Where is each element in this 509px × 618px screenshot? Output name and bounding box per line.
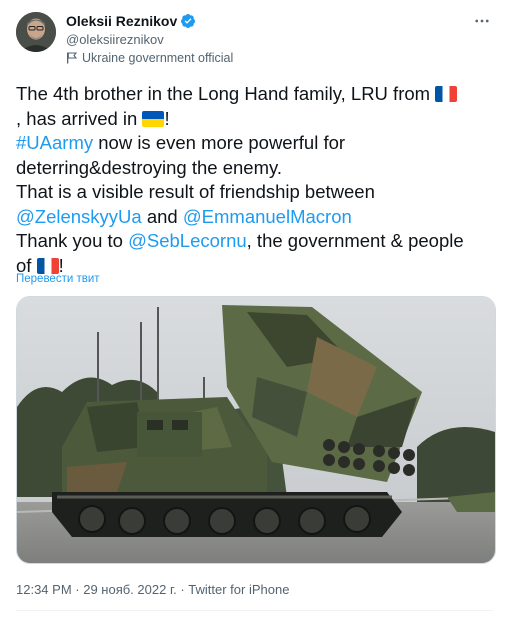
- tweet-line: That is a visible result of friendship b…: [16, 181, 375, 202]
- tweet-line: , has arrived in !: [16, 107, 498, 132]
- name-row: Oleksii Reznikov: [66, 12, 233, 30]
- author-block: Oleksii Reznikov @oleksiireznikov Ukrain…: [66, 12, 233, 65]
- tweet-text-segment: now is even more powerful for: [93, 132, 346, 153]
- tweet-line: @ZelenskyyUa and @EmmanuelMacron: [16, 205, 498, 230]
- tweet-photo[interactable]: [16, 296, 496, 564]
- tweet-text-segment: !: [164, 107, 170, 129]
- tweet-line: #UAarmy now is even more powerful for: [16, 131, 498, 156]
- meta-separator: ·: [176, 582, 189, 597]
- handle[interactable]: @oleksiireznikov: [66, 32, 233, 48]
- translate-tweet-link[interactable]: Перевести твит: [16, 273, 100, 285]
- ukraine-flag-icon: [142, 110, 165, 127]
- avatar[interactable]: [16, 12, 56, 52]
- tweet-metadata: 12:34 PM · 29 нояб. 2022 г. · Twitter fo…: [16, 582, 289, 597]
- mention-link-lecornu[interactable]: @SebLecornu: [128, 230, 247, 251]
- verified-badge-icon: [180, 13, 196, 29]
- tweet-date[interactable]: 29 нояб. 2022 г.: [83, 582, 177, 597]
- tweet-text: The 4th brother in the Long Hand family,…: [16, 82, 498, 278]
- tweet-text-segment: and: [141, 205, 183, 227]
- more-options-icon: [475, 19, 489, 23]
- tweet-text-segment: Thank you to: [16, 230, 129, 251]
- divider: [16, 610, 493, 611]
- more-options-button[interactable]: [471, 10, 493, 32]
- tweet-line: deterring&destroying the enemy.: [16, 156, 283, 178]
- france-flag-icon: [435, 86, 458, 102]
- mention-link-zelenskyy[interactable]: @ZelenskyyUa: [16, 206, 142, 227]
- tweet-time[interactable]: 12:34 PM: [16, 582, 72, 597]
- tweet-text-segment: , has arrived in: [16, 107, 143, 129]
- meta-separator: ·: [71, 582, 84, 597]
- tweet-line: Thank you to @SebLecornu, the government…: [16, 229, 498, 254]
- tweet-text-segment: The 4th brother in the Long Hand family,…: [16, 83, 436, 104]
- government-label-text: Ukraine government official: [82, 51, 234, 65]
- mention-link-macron[interactable]: @EmmanuelMacron: [183, 206, 352, 227]
- tweet-text-segment: , the government & people: [246, 230, 464, 251]
- display-name[interactable]: Oleksii Reznikov: [66, 13, 177, 29]
- tweet-source[interactable]: Twitter for iPhone: [188, 582, 289, 597]
- tweet-line: The 4th brother in the Long Hand family,…: [16, 82, 498, 107]
- france-flag-icon: [36, 257, 59, 274]
- flag-label-icon: [66, 52, 78, 64]
- government-label: Ukraine government official: [66, 51, 233, 65]
- tweet-card: Oleksii Reznikov @oleksiireznikov Ukrain…: [0, 0, 509, 618]
- hashtag-link[interactable]: #UAarmy: [16, 132, 93, 153]
- rocket-launcher-photo: [17, 297, 495, 563]
